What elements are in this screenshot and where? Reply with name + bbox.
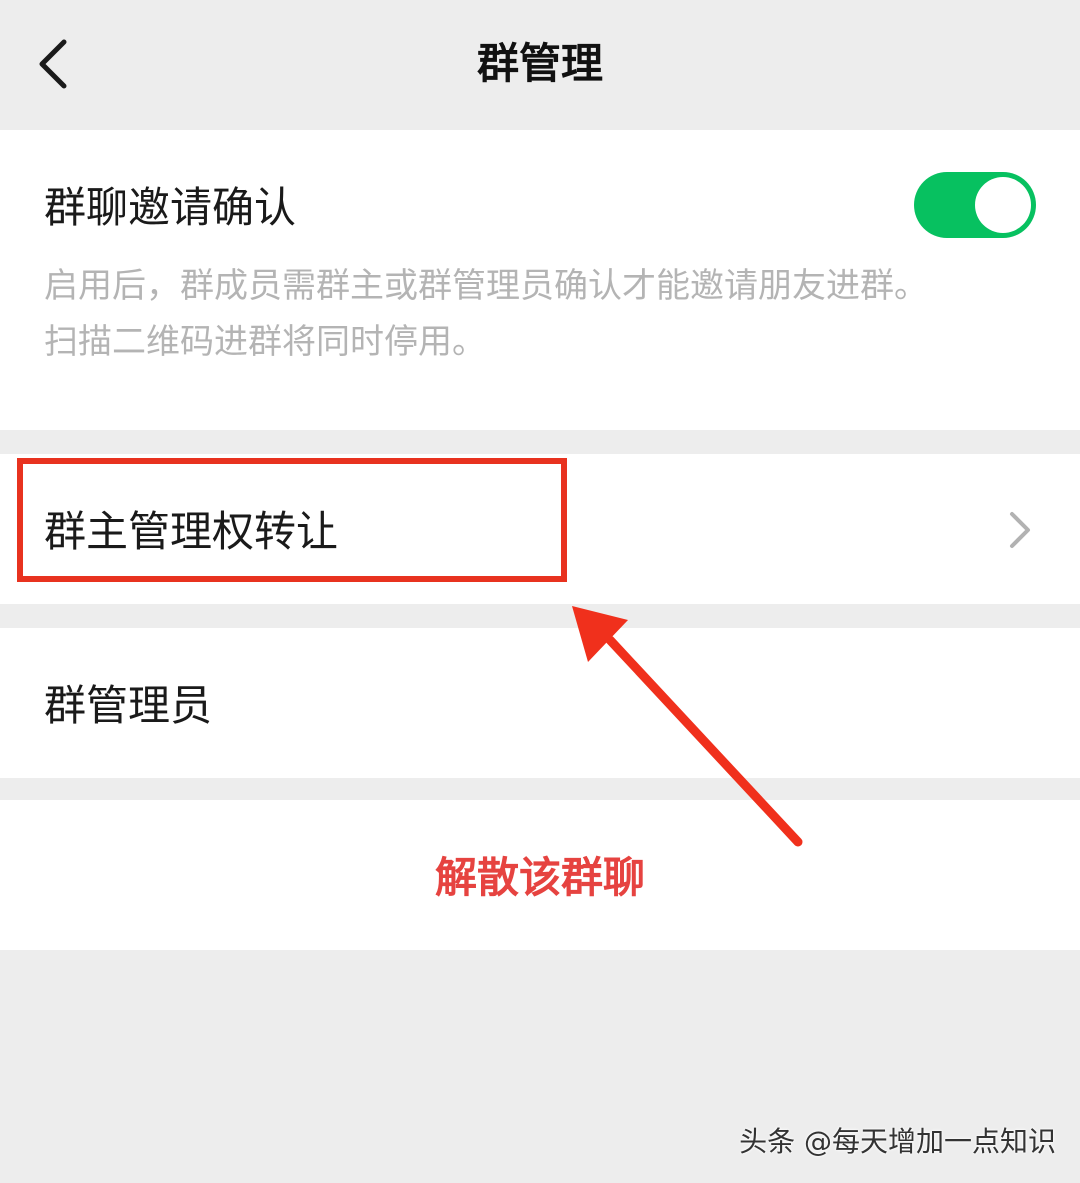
transfer-owner-label: 群主管理权转让 xyxy=(44,507,339,556)
page-title: 群管理 xyxy=(476,39,603,88)
toggle-knob xyxy=(975,177,1031,233)
dissolve-group-row[interactable]: 解散该群聊 xyxy=(0,800,1080,950)
dissolve-group-button[interactable]: 解散该群聊 xyxy=(0,850,1080,906)
admins-row[interactable]: 群管理员 xyxy=(0,628,1080,778)
chevron-right-icon xyxy=(1010,512,1030,548)
transfer-owner-row[interactable]: 群主管理权转让 xyxy=(0,454,1080,604)
description-line: 启用后，群成员需群主或群管理员确认才能邀请朋友进群。 xyxy=(44,266,928,306)
invite-confirm-label: 群聊邀请确认 xyxy=(44,183,297,232)
admins-label: 群管理员 xyxy=(44,681,213,730)
invite-confirm-section: 群聊邀请确认 启用后，群成员需群主或群管理员确认才能邀请朋友进群。 扫描二维码进… xyxy=(0,130,1080,430)
description-line: 扫描二维码进群将同时停用。 xyxy=(44,322,486,362)
invite-confirm-description: 启用后，群成员需群主或群管理员确认才能邀请朋友进群。 扫描二维码进群将同时停用。 xyxy=(44,258,1034,370)
invite-confirm-toggle[interactable] xyxy=(914,172,1036,238)
watermark-text: 头条 @每天增加一点知识 xyxy=(739,1125,1056,1158)
nav-bar: 群管理 xyxy=(0,0,1080,128)
